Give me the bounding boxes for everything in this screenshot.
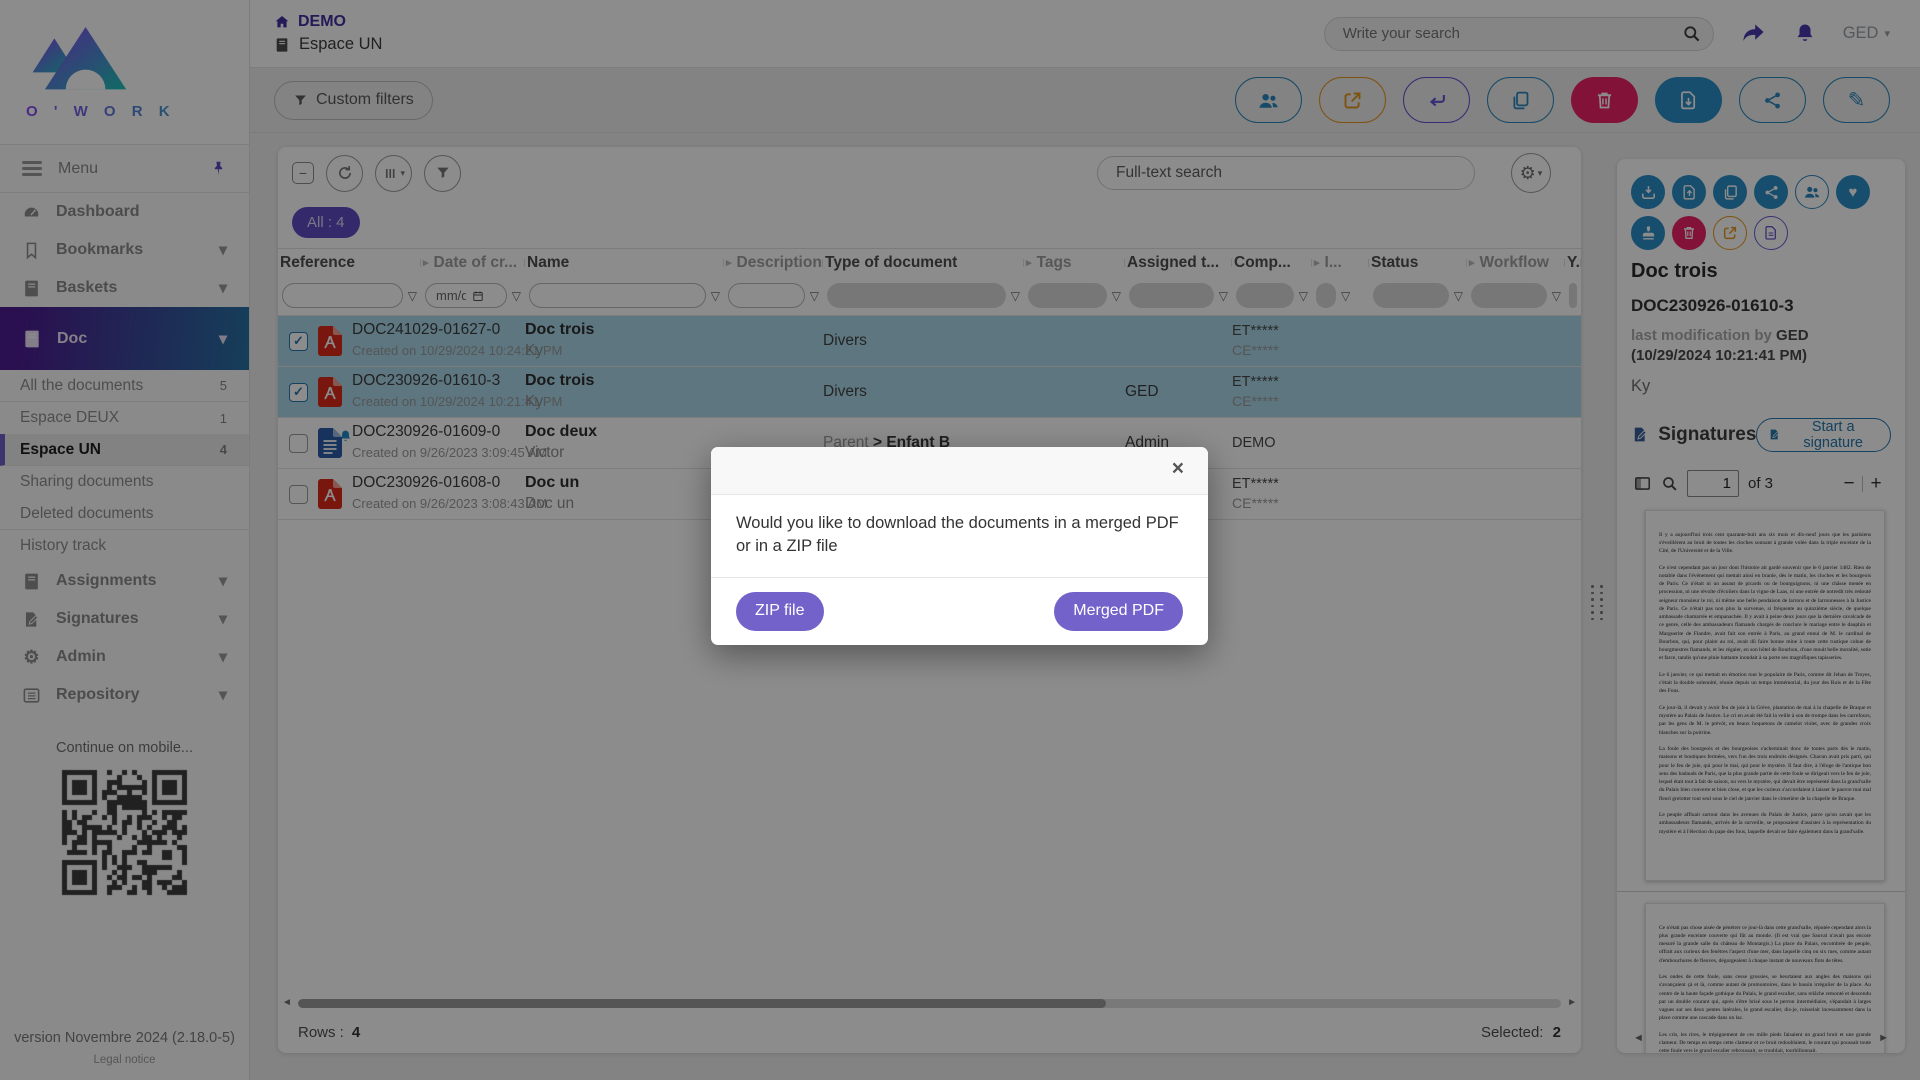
modal-message: Would you like to download the documents… — [711, 495, 1208, 577]
zip-file-button[interactable]: ZIP file — [736, 592, 824, 631]
modal-footer: ZIP file Merged PDF — [711, 577, 1208, 645]
merged-pdf-button[interactable]: Merged PDF — [1054, 592, 1183, 631]
modal-header: × — [711, 447, 1208, 495]
download-choice-modal: × Would you like to download the documen… — [711, 447, 1208, 645]
close-icon[interactable]: × — [1166, 457, 1190, 480]
